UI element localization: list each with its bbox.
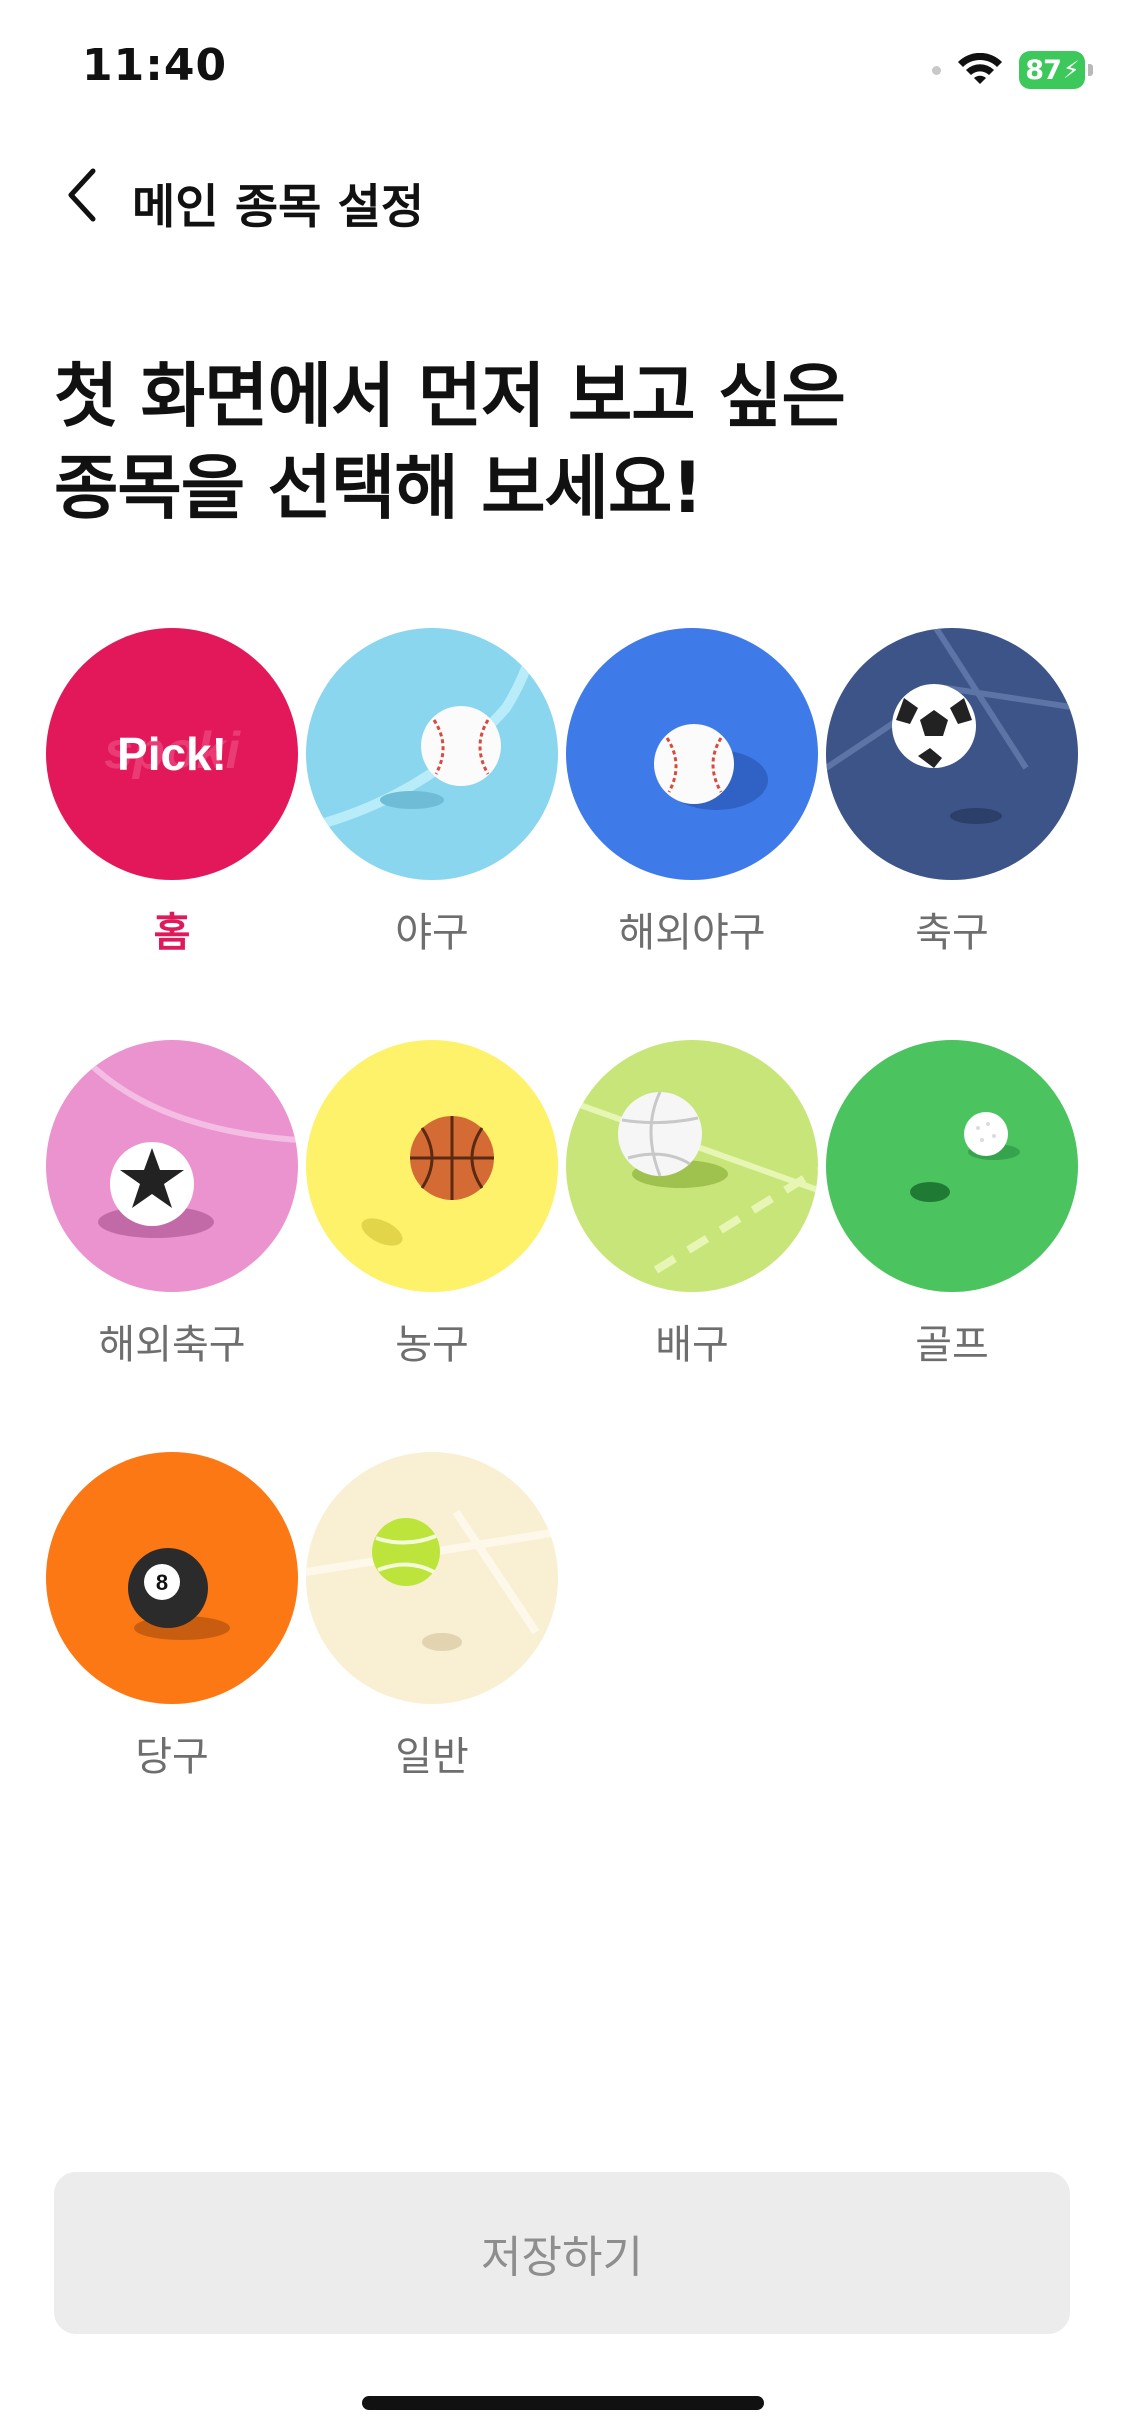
battery-icon: 87 ⚡ [1019, 51, 1093, 89]
nav-bar: 메인 종목 설정 [0, 150, 1125, 240]
camera-indicator-icon [932, 65, 941, 75]
sport-label: 배구 [655, 1322, 729, 1368]
pick-icon: spoki Pick! [104, 722, 241, 780]
sport-label: 농구 [395, 1322, 469, 1368]
sport-label: 일반 [395, 1734, 469, 1780]
sport-circle [306, 1452, 558, 1704]
sport-item-overseas-baseball[interactable]: 해외야구 [566, 628, 818, 1040]
sport-circle [306, 1040, 558, 1292]
baseball-icon [306, 628, 541, 833]
star-soccer-ball-icon [83, 1057, 298, 1238]
chevron-left-icon [68, 168, 96, 222]
baseball-icon [654, 724, 768, 810]
save-button[interactable]: 저장하기 [54, 2172, 1070, 2334]
status-icons: 87 ⚡ [932, 48, 1093, 92]
charging-bolt-icon: ⚡ [1062, 56, 1080, 84]
golf-ball-icon [910, 1112, 1020, 1202]
sport-item-basketball[interactable]: 농구 [306, 1040, 558, 1452]
sport-label: 축구 [915, 910, 989, 956]
home-indicator[interactable] [362, 2396, 764, 2410]
headline-line-1: 첫 화면에서 먼저 보고 싶은 [54, 355, 846, 437]
sport-item-overseas-soccer[interactable]: 해외축구 [46, 1040, 298, 1452]
sport-label: 해외축구 [98, 1322, 246, 1368]
sport-circle [306, 628, 558, 880]
sport-circle [46, 1040, 298, 1292]
status-time: 11:40 [82, 40, 228, 91]
sport-item-soccer[interactable]: 축구 [826, 628, 1078, 1040]
battery-level: 87 [1025, 54, 1062, 86]
sport-circle [566, 1040, 818, 1292]
sport-circle [826, 1040, 1078, 1292]
eight-ball-icon: 8 [128, 1548, 230, 1640]
sport-circle: spoki Pick! [46, 628, 298, 880]
headline-line-2: 종목을 선택해 보세요! [54, 447, 703, 529]
pick-badge: Pick! [117, 728, 227, 780]
volleyball-icon [566, 1091, 818, 1274]
sport-label: 야구 [395, 910, 469, 956]
status-bar: 11:40 87 ⚡ [0, 0, 1125, 140]
sport-circle: 8 [46, 1452, 298, 1704]
page-title: 메인 종목 설정 [132, 180, 425, 235]
headline: 첫 화면에서 먼저 보고 싶은 종목을 선택해 보세요! [54, 350, 846, 534]
basketball-icon [361, 1116, 494, 1246]
svg-text:8: 8 [156, 1570, 168, 1595]
sport-circle [826, 628, 1078, 880]
sport-label: 당구 [135, 1734, 209, 1780]
sport-item-billiards[interactable]: 8 당구 [46, 1452, 298, 1864]
sport-item-baseball[interactable]: 야구 [306, 628, 558, 1040]
sport-item-volleyball[interactable]: 배구 [566, 1040, 818, 1452]
wifi-icon [958, 53, 1002, 84]
sport-label: 해외야구 [618, 910, 766, 956]
sport-item-golf[interactable]: 골프 [826, 1040, 1078, 1452]
sport-label: 골프 [915, 1322, 989, 1368]
soccer-ball-icon [826, 628, 1078, 824]
sport-item-general[interactable]: 일반 [306, 1452, 558, 1864]
sports-grid: spoki Pick! 홈 야구 해외야구 축구 해외축구 농구 배구 골프 8… [46, 628, 1086, 1864]
sport-label: 홈 [153, 910, 191, 956]
back-button[interactable] [48, 160, 118, 230]
sport-item-home[interactable]: spoki Pick! 홈 [46, 628, 298, 1040]
sport-circle [566, 628, 818, 880]
tennis-ball-icon [306, 1509, 558, 1651]
